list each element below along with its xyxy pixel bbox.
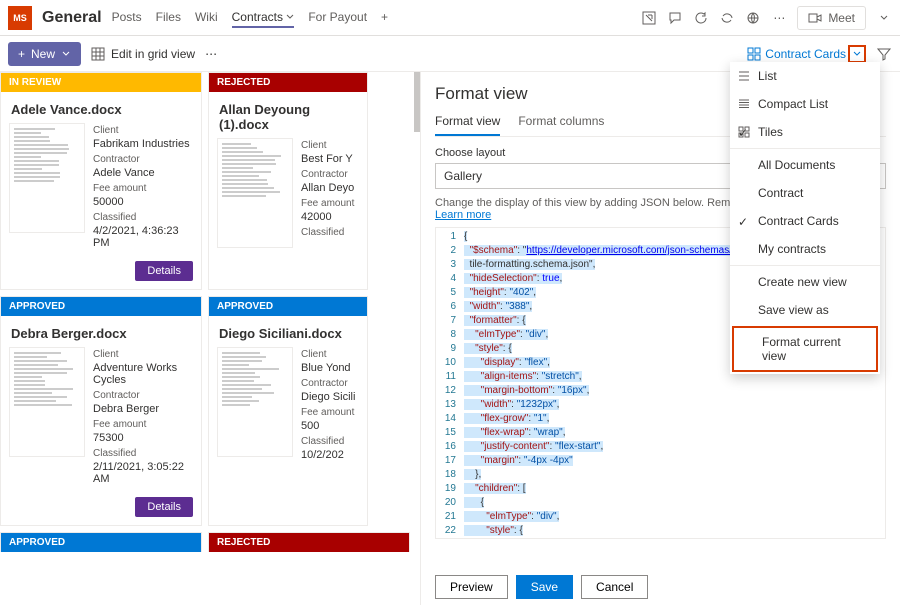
dd-list[interactable]: List: [730, 62, 880, 90]
doc-preview: [9, 347, 85, 457]
contract-card[interactable]: REJECTED: [208, 532, 410, 552]
chevron-down-icon[interactable]: [876, 10, 892, 26]
learn-more-link[interactable]: Learn more: [435, 209, 491, 221]
globe-icon[interactable]: [745, 10, 761, 26]
doc-preview: [217, 347, 293, 457]
dd-action-format-current-view[interactable]: Format current view: [732, 326, 878, 372]
contract-card[interactable]: APPROVEDDiego Siciliani.docxClientBlue Y…: [208, 296, 368, 526]
more-icon[interactable]: ⋯: [205, 47, 217, 61]
save-button[interactable]: Save: [516, 575, 573, 599]
contract-card[interactable]: APPROVED: [0, 532, 202, 552]
tab-format-columns[interactable]: Format columns: [518, 114, 604, 136]
tab-format-view[interactable]: Format view: [435, 114, 500, 136]
dd-tiles[interactable]: ✓Tiles: [730, 118, 880, 146]
doc-preview: [217, 138, 293, 248]
view-selector[interactable]: Contract Cards: [765, 47, 846, 61]
card-title: Debra Berger.docx: [1, 316, 201, 347]
top-bar: MS General Posts Files Wiki Contracts Fo…: [0, 0, 900, 36]
tab-files[interactable]: Files: [156, 8, 181, 28]
dd-view-contract[interactable]: Contract: [730, 179, 880, 207]
card-status: APPROVED: [209, 297, 367, 316]
app-brand: MS: [8, 6, 32, 30]
add-tab[interactable]: +: [381, 8, 388, 28]
grid-icon: [91, 47, 105, 61]
tiles-icon: [747, 47, 761, 61]
meet-button[interactable]: Meet: [797, 6, 866, 30]
card-status: REJECTED: [209, 533, 409, 552]
card-status: APPROVED: [1, 297, 201, 316]
card-status: IN REVIEW: [1, 73, 201, 92]
chat-icon[interactable]: [667, 10, 683, 26]
dd-view-contract-cards[interactable]: ✓Contract Cards: [730, 207, 880, 235]
edit-grid-button[interactable]: Edit in grid view: [91, 47, 195, 61]
details-button[interactable]: Details: [135, 497, 193, 517]
sync-icon[interactable]: [719, 10, 735, 26]
tab-contracts[interactable]: Contracts: [232, 8, 295, 28]
card-status: APPROVED: [1, 533, 201, 552]
card-title: Adele Vance.docx: [1, 92, 201, 123]
contract-card[interactable]: APPROVEDDebra Berger.docxClientAdventure…: [0, 296, 202, 526]
view-chevron[interactable]: [848, 45, 866, 63]
more-icon[interactable]: ⋯: [771, 10, 787, 26]
card-meta: ClientBest For YContractorAllan DeyoFee …: [301, 138, 359, 248]
details-button[interactable]: Details: [135, 261, 193, 281]
dd-view-my-contracts[interactable]: My contracts: [730, 235, 880, 263]
card-title: Allan Deyoung (1).docx: [209, 92, 367, 138]
card-meta: ClientBlue YondContractorDiego SiciliFee…: [301, 347, 359, 461]
card-meta: ClientFabrikam IndustriesContractorAdele…: [93, 123, 193, 249]
card-meta: ClientAdventure Works CyclesContractorDe…: [93, 347, 193, 485]
dd-view-all-documents[interactable]: All Documents: [730, 151, 880, 179]
tab-for-payout[interactable]: For Payout: [308, 8, 367, 28]
cancel-button[interactable]: Cancel: [581, 575, 648, 599]
refresh-icon[interactable]: [693, 10, 709, 26]
contract-card[interactable]: REJECTEDAllan Deyoung (1).docxClientBest…: [208, 72, 368, 290]
filter-icon[interactable]: [876, 46, 892, 62]
expand-icon[interactable]: [641, 10, 657, 26]
cards-pane: IN REVIEWAdele Vance.docxClientFabrikam …: [0, 72, 420, 605]
new-button[interactable]: +New: [8, 42, 81, 66]
preview-button[interactable]: Preview: [435, 575, 508, 599]
camera-icon: [808, 11, 822, 25]
tab-wiki[interactable]: Wiki: [195, 8, 218, 28]
channel-name: General: [42, 9, 102, 27]
dd-action-save-view-as[interactable]: Save view as: [730, 296, 880, 324]
contract-card[interactable]: IN REVIEWAdele Vance.docxClientFabrikam …: [0, 72, 202, 290]
view-dropdown: ListCompact List✓Tiles All DocumentsContr…: [730, 62, 880, 374]
card-status: REJECTED: [209, 73, 367, 92]
tab-posts[interactable]: Posts: [112, 8, 142, 28]
card-title: Diego Siciliani.docx: [209, 316, 367, 347]
channel-tabs: Posts Files Wiki Contracts For Payout +: [112, 8, 388, 28]
dd-compact-list[interactable]: Compact List: [730, 90, 880, 118]
dd-action-create-new-view[interactable]: Create new view: [730, 268, 880, 296]
doc-preview: [9, 123, 85, 233]
